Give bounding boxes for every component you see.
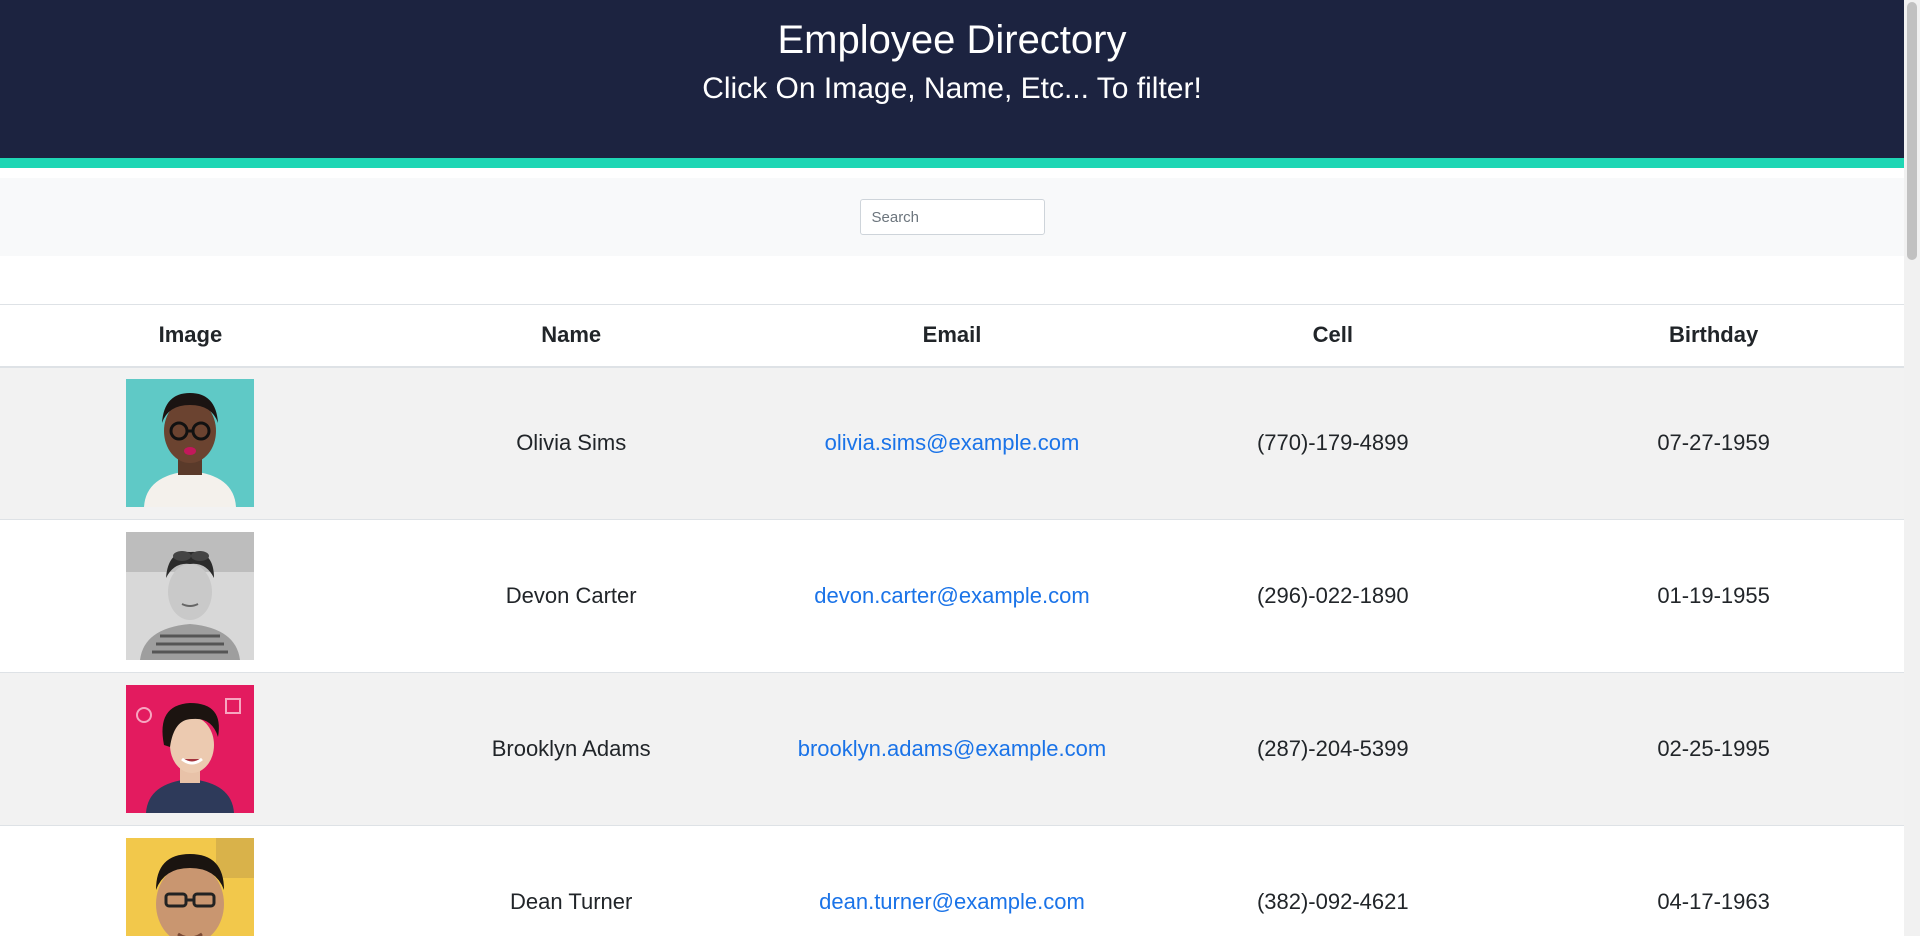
- employee-table-container: Image Name Email Cell Birthday Olivia Si…: [0, 304, 1904, 936]
- image-cell: [0, 673, 381, 826]
- email-cell: devon.carter@example.com: [762, 520, 1143, 673]
- page-header: Employee Directory Click On Image, Name,…: [0, 0, 1904, 158]
- employee-table: Image Name Email Cell Birthday Olivia Si…: [0, 304, 1904, 936]
- search-input[interactable]: [859, 199, 1045, 235]
- cell-phone-cell[interactable]: (770)-179-4899: [1142, 367, 1523, 520]
- table-row: Devon Carter devon.carter@example.com (2…: [0, 519, 1904, 673]
- page: Employee Directory Click On Image, Name,…: [0, 0, 1904, 936]
- email-cell: olivia.sims@example.com: [762, 367, 1143, 520]
- search-bar: [0, 178, 1904, 256]
- name-cell[interactable]: Olivia Sims: [381, 367, 762, 520]
- accent-bar: [0, 158, 1904, 168]
- vertical-scrollbar[interactable]: [1904, 0, 1920, 936]
- page-title: Employee Directory: [777, 18, 1127, 62]
- image-cell: [0, 367, 381, 520]
- table-row: Dean Turner dean.turner@example.com (382…: [0, 825, 1904, 936]
- email-link[interactable]: dean.turner@example.com: [819, 889, 1085, 914]
- cell-phone-cell[interactable]: (287)-204-5399: [1142, 673, 1523, 826]
- birthday-cell[interactable]: 04-17-1963: [1523, 826, 1904, 936]
- email-link[interactable]: devon.carter@example.com: [814, 583, 1089, 608]
- image-cell: [0, 826, 381, 936]
- email-cell: brooklyn.adams@example.com: [762, 673, 1143, 826]
- column-header-email[interactable]: Email: [761, 304, 1143, 368]
- avatar[interactable]: [126, 685, 255, 813]
- avatar-photo-icon: [126, 532, 255, 660]
- birthday-cell[interactable]: 01-19-1955: [1523, 520, 1904, 673]
- avatar[interactable]: [126, 838, 255, 936]
- cell-phone-cell[interactable]: (382)-092-4621: [1142, 826, 1523, 936]
- birthday-cell[interactable]: 02-25-1995: [1523, 673, 1904, 826]
- avatar-photo-icon: [126, 838, 255, 936]
- email-link[interactable]: brooklyn.adams@example.com: [798, 736, 1106, 761]
- table-row: Olivia Sims olivia.sims@example.com (770…: [0, 366, 1904, 520]
- avatar[interactable]: [126, 379, 255, 508]
- column-header-image[interactable]: Image: [0, 304, 381, 368]
- birthday-cell[interactable]: 07-27-1959: [1523, 367, 1904, 520]
- page-subtitle: Click On Image, Name, Etc... To filter!: [702, 72, 1202, 105]
- table-row: Brooklyn Adams brooklyn.adams@example.co…: [0, 672, 1904, 826]
- email-link[interactable]: olivia.sims@example.com: [825, 430, 1080, 455]
- avatar-photo-icon: [126, 685, 255, 813]
- column-header-birthday[interactable]: Birthday: [1523, 304, 1904, 368]
- image-cell: [0, 520, 381, 673]
- table-header-row: Image Name Email Cell Birthday: [0, 304, 1904, 368]
- avatar[interactable]: [126, 532, 255, 660]
- name-cell[interactable]: Dean Turner: [381, 826, 762, 936]
- name-cell[interactable]: Brooklyn Adams: [381, 673, 762, 826]
- divider: [0, 168, 1904, 178]
- column-header-name[interactable]: Name: [380, 304, 762, 368]
- email-cell: dean.turner@example.com: [762, 826, 1143, 936]
- column-header-cell[interactable]: Cell: [1142, 304, 1524, 368]
- scrollbar-thumb[interactable]: [1907, 2, 1917, 260]
- cell-phone-cell[interactable]: (296)-022-1890: [1142, 520, 1523, 673]
- avatar-photo-icon: [126, 379, 255, 508]
- name-cell[interactable]: Devon Carter: [381, 520, 762, 673]
